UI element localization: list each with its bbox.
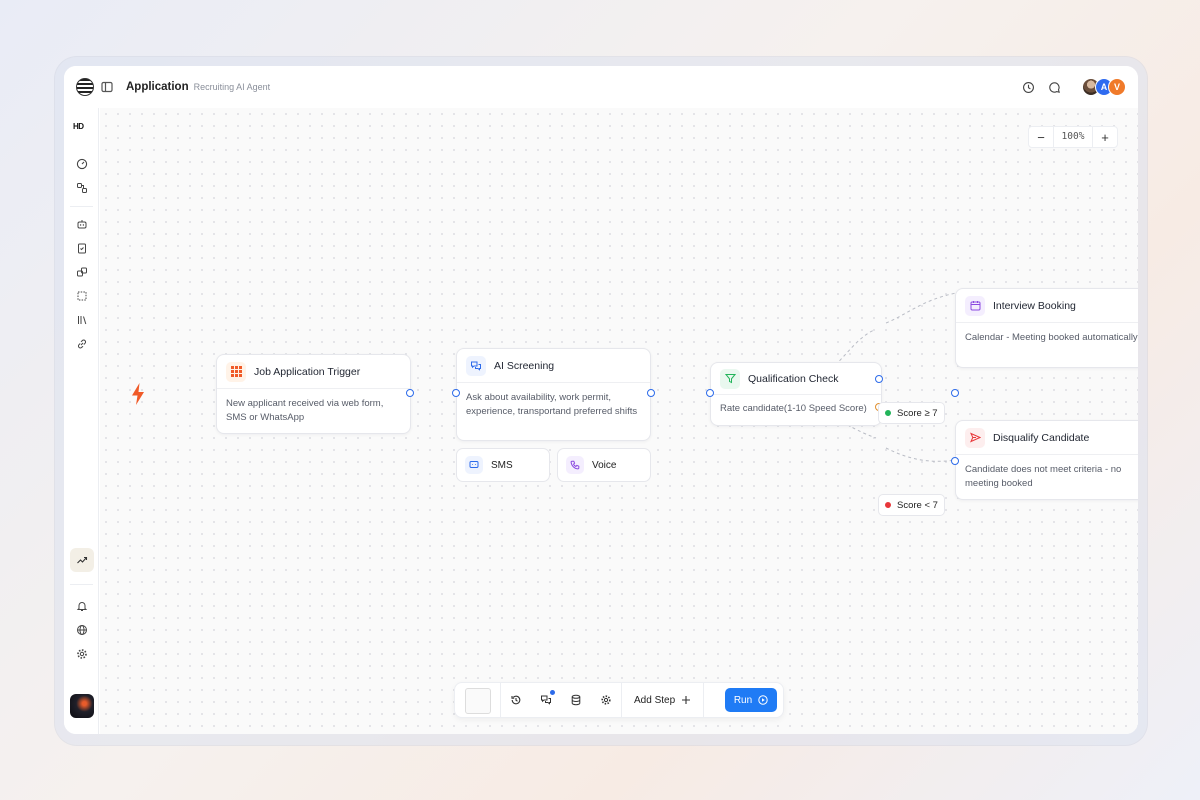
minimap[interactable] <box>455 682 501 718</box>
sidebar-divider <box>70 584 93 585</box>
workflow-icon[interactable] <box>74 180 90 196</box>
node-description: New applicant received via web form, SMS… <box>226 398 384 423</box>
input-port[interactable] <box>452 389 460 397</box>
chat-bubbles-icon <box>541 695 551 705</box>
comment-icon[interactable] <box>1046 79 1062 95</box>
bell-icon[interactable] <box>74 598 90 614</box>
globe-icon[interactable] <box>74 622 90 638</box>
integrations-icon[interactable] <box>74 264 90 280</box>
message-icon <box>465 456 483 474</box>
page-subtitle: Recruiting AI Agent <box>193 82 271 92</box>
bottom-toolbar: Add Step Run <box>454 682 784 718</box>
node-description: Ask about availability, work permit, exp… <box>466 392 638 417</box>
sidebar: HD <box>64 108 99 734</box>
notification-dot <box>550 690 555 695</box>
add-step-label: Add Step <box>634 694 676 706</box>
channel-label: SMS <box>491 459 513 471</box>
history-icon[interactable] <box>1020 79 1036 95</box>
sidebar-divider <box>70 206 93 207</box>
workflow-canvas[interactable]: − 100% + Job Application Trigger New app… <box>100 108 1138 734</box>
chat-bubbles-icon <box>466 355 486 376</box>
database-button[interactable] <box>561 682 591 718</box>
history-icon <box>511 695 521 705</box>
dashboard-icon[interactable] <box>74 156 90 172</box>
lightning-icon <box>130 382 146 411</box>
history-button[interactable] <box>501 682 531 718</box>
phone-icon <box>566 456 584 474</box>
input-port[interactable] <box>706 389 714 397</box>
library-icon[interactable] <box>74 312 90 328</box>
collaborator-avatars[interactable]: A V <box>1082 78 1126 96</box>
node-title: Qualification Check <box>748 372 839 385</box>
avatar[interactable]: V <box>1108 78 1126 96</box>
app-window: Application Recruiting AI Agent A V HD −… <box>64 66 1138 734</box>
add-step-button[interactable]: Add Step <box>622 682 703 718</box>
database-icon <box>571 694 581 706</box>
minimap-page <box>465 688 491 714</box>
calendar-icon <box>965 295 985 316</box>
node-job-application-trigger[interactable]: Job Application Trigger New applicant re… <box>216 354 411 434</box>
zoom-control: − 100% + <box>1028 126 1118 148</box>
branch-score-high[interactable]: Score ≥ 7 <box>878 402 945 424</box>
branch-score-low[interactable]: Score < 7 <box>878 494 945 516</box>
edge-score-high-interview <box>885 292 957 324</box>
node-qualification-check[interactable]: Qualification Check Rate candidate(1-10 … <box>710 362 882 426</box>
analytics-icon[interactable] <box>70 548 94 572</box>
select-area-icon[interactable] <box>74 288 90 304</box>
clipboard-icon[interactable] <box>74 240 90 256</box>
node-disqualify-candidate[interactable]: Disqualify Candidate Candidate does not … <box>955 420 1138 500</box>
bot-icon[interactable] <box>74 216 90 232</box>
app-logo-icon[interactable] <box>76 78 94 96</box>
output-port[interactable] <box>647 389 655 397</box>
node-title: Job Application Trigger <box>254 365 361 378</box>
status-dot <box>885 410 891 416</box>
node-description: Rate candidate(1-10 Speed Score) <box>720 403 867 414</box>
chat-button[interactable] <box>531 682 561 718</box>
page-title: Application <box>126 81 189 93</box>
node-ai-screening[interactable]: AI Screening Ask about availability, wor… <box>456 348 651 441</box>
branch-label: Score < 7 <box>897 499 938 511</box>
branch-label: Score ≥ 7 <box>897 407 938 419</box>
gear-icon[interactable] <box>74 646 90 662</box>
edge-score-low-disqualify <box>885 447 957 462</box>
node-description: Candidate does not meet criteria - no me… <box>965 464 1122 489</box>
node-title: AI Screening <box>494 359 555 372</box>
link-icon[interactable] <box>74 336 90 352</box>
zoom-in-button[interactable]: + <box>1093 130 1117 145</box>
output-port[interactable] <box>406 389 414 397</box>
zoom-level: 100% <box>1053 126 1093 148</box>
run-button[interactable]: Run <box>725 688 777 712</box>
status-dot <box>885 502 891 508</box>
send-icon <box>965 427 985 448</box>
node-title: Interview Booking <box>993 299 1076 312</box>
zoom-out-button[interactable]: − <box>1029 130 1053 145</box>
top-bar: Application Recruiting AI Agent A V <box>64 66 1138 108</box>
run-label: Run <box>733 694 753 706</box>
panel-toggle-icon[interactable] <box>100 80 114 94</box>
node-interview-booking[interactable]: Interview Booking Calendar - Meeting boo… <box>955 288 1138 368</box>
settings-button[interactable] <box>591 682 621 718</box>
channel-sms[interactable]: SMS <box>456 448 550 482</box>
toolbar-divider <box>703 682 705 718</box>
input-port-disqualify[interactable] <box>951 457 959 465</box>
play-circle-icon <box>758 695 768 705</box>
output-port-high[interactable] <box>875 375 883 383</box>
user-avatar[interactable] <box>70 694 94 718</box>
input-port-interview[interactable] <box>951 389 959 397</box>
brand-logo: HD <box>73 122 84 131</box>
node-description: Calendar - Meeting booked automatically <box>965 332 1138 343</box>
plus-icon <box>682 696 691 704</box>
gear-icon <box>601 695 611 705</box>
filter-icon <box>720 368 740 389</box>
node-title: Disqualify Candidate <box>993 431 1090 444</box>
channel-voice[interactable]: Voice <box>557 448 651 482</box>
channel-label: Voice <box>592 459 617 471</box>
grid-icon <box>226 361 246 382</box>
